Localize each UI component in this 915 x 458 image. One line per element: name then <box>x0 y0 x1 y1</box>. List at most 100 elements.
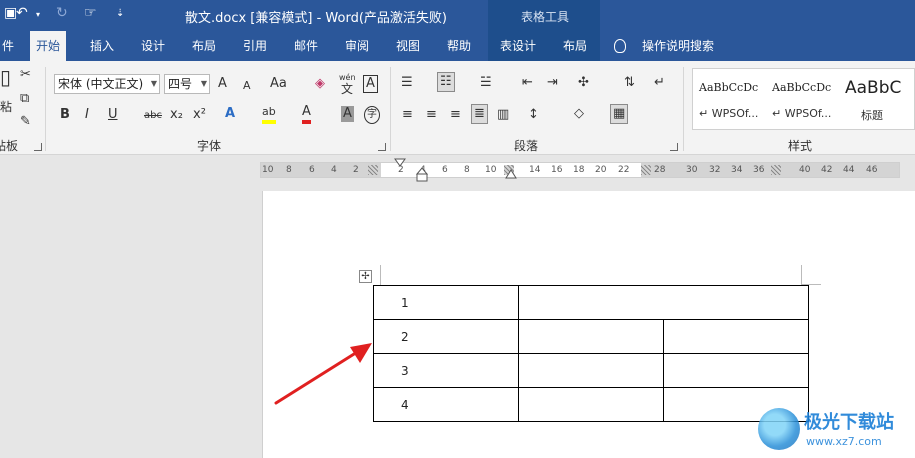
font-size-value: 四号 <box>168 77 193 91</box>
character-shading-icon[interactable]: A <box>341 106 354 122</box>
tab-insert[interactable]: 插入 <box>84 31 120 61</box>
table-cell[interactable]: 2 <box>373 319 519 354</box>
justify-icon[interactable]: ≣ <box>471 104 488 124</box>
table-row: 3 <box>373 353 809 388</box>
style-name: 标题 <box>861 109 883 122</box>
tab-design[interactable]: 设计 <box>135 31 171 61</box>
line-spacing-icon[interactable]: ↕ <box>528 107 539 123</box>
style-normal[interactable]: AaBbCcDc ↵ WPSOf... <box>693 69 765 129</box>
ruler-margin-left <box>261 163 381 177</box>
touch-mode-icon[interactable]: ☞ <box>84 5 97 21</box>
ruler-number: 28 <box>654 165 666 175</box>
tab-table-layout[interactable]: 布局 <box>557 31 593 61</box>
paste-icon[interactable]: ▯ <box>0 67 11 87</box>
superscript-button[interactable]: x² <box>193 107 206 123</box>
strikethrough-button[interactable]: abc <box>144 108 162 124</box>
font-launcher-icon[interactable] <box>378 143 386 151</box>
align-center-icon[interactable]: ≡ <box>426 107 437 123</box>
redo-icon[interactable]: ↻ <box>56 5 68 21</box>
tab-view[interactable]: 视图 <box>390 31 426 61</box>
ruler-indent-markers[interactable] <box>394 158 524 186</box>
chevron-down-icon: ▼ <box>150 79 157 88</box>
tab-mailings[interactable]: 邮件 <box>288 31 324 61</box>
clipboard-launcher-icon[interactable] <box>34 143 42 151</box>
subscript-button[interactable]: x₂ <box>170 107 183 123</box>
table-cell[interactable]: 4 <box>373 387 519 422</box>
horizontal-ruler[interactable]: 10 8 6 4 2 2 4 6 8 10 14 16 18 20 22 28 … <box>260 162 900 178</box>
tab-file[interactable]: 件 <box>0 31 20 61</box>
cut-icon[interactable]: ✂ <box>20 67 31 83</box>
bullets-icon[interactable]: ☰ <box>401 75 413 91</box>
chinese-layout-icon[interactable]: ✣ <box>578 75 589 91</box>
font-color-icon[interactable]: A <box>302 104 311 124</box>
ruler-number: 40 <box>799 165 811 175</box>
shading-icon[interactable]: ◇ <box>574 106 584 122</box>
borders-icon[interactable]: ▦ <box>610 104 629 124</box>
highlight-icon[interactable]: ab <box>262 104 276 124</box>
text-effects-icon[interactable]: A <box>225 106 235 122</box>
undo-dropdown-icon[interactable]: ▾ <box>36 10 40 19</box>
tell-me-search[interactable]: 操作说明搜索 <box>636 31 720 61</box>
table-row: 4 <box>373 387 809 422</box>
change-case-icon[interactable]: Aa <box>270 76 287 92</box>
tab-home[interactable]: 开始 <box>30 31 67 61</box>
bold-button[interactable]: B <box>60 107 70 123</box>
italic-button[interactable]: I <box>85 107 89 123</box>
table-move-handle-icon[interactable]: ✢ <box>359 270 372 283</box>
phonetic-guide-icon[interactable]: 文 <box>341 81 353 97</box>
table-cell[interactable] <box>663 353 809 388</box>
ruler-number: 32 <box>709 165 721 175</box>
document-table[interactable]: 1 2 3 4 <box>373 285 809 422</box>
align-right-icon[interactable]: ≡ <box>450 107 461 123</box>
customize-toolbar-icon[interactable]: ⇣ <box>116 8 124 19</box>
tab-layout[interactable]: 布局 <box>186 31 222 61</box>
font-size-combo[interactable]: 四号 ▼ <box>164 74 210 94</box>
paragraph-launcher-icon[interactable] <box>670 143 678 151</box>
paste-label[interactable]: 粘 <box>0 99 12 115</box>
distributed-icon[interactable]: ▥ <box>497 107 509 123</box>
clear-format-icon[interactable]: ◈ <box>315 76 325 92</box>
ruler-number: 18 <box>573 165 585 175</box>
tab-review[interactable]: 审阅 <box>339 31 375 61</box>
ruler-column-marker[interactable] <box>368 165 378 175</box>
table-cell[interactable] <box>663 319 809 354</box>
ruler-column-marker[interactable] <box>771 165 781 175</box>
style-wps[interactable]: AaBbCcDc ↵ WPSOf... <box>766 69 838 129</box>
show-marks-icon[interactable]: ↵ <box>654 75 665 91</box>
paragraph-group-label: 段落 <box>514 139 539 153</box>
ruler-number: 34 <box>731 165 743 175</box>
tab-references[interactable]: 引用 <box>237 31 273 61</box>
ruler-number: 8 <box>286 165 292 175</box>
undo-icon[interactable]: ↶ <box>16 5 28 21</box>
separator <box>683 67 684 151</box>
table-cell[interactable]: 1 <box>373 285 519 320</box>
shrink-font-icon[interactable]: A <box>243 78 251 94</box>
tab-table-design[interactable]: 表设计 <box>494 31 542 61</box>
ruler-column-marker[interactable] <box>641 165 651 175</box>
increase-indent-icon[interactable]: ⇥ <box>547 75 558 91</box>
table-cell[interactable]: 3 <box>373 353 519 388</box>
styles-group-label: 样式 <box>788 139 813 153</box>
numbering-icon[interactable]: ☷ <box>437 72 455 92</box>
tab-help[interactable]: 帮助 <box>441 31 477 61</box>
underline-button[interactable]: U <box>108 107 118 123</box>
copy-icon[interactable]: ⧉ <box>20 91 29 107</box>
format-painter-icon[interactable]: ✎ <box>20 114 31 130</box>
table-row: 1 <box>373 285 809 320</box>
grow-font-icon[interactable]: A <box>218 76 227 92</box>
table-cell[interactable] <box>518 387 664 422</box>
font-name-combo[interactable]: 宋体 (中文正文) ▼ <box>54 74 160 94</box>
table-cell[interactable] <box>518 319 664 354</box>
decrease-indent-icon[interactable]: ⇤ <box>522 75 533 91</box>
multilevel-list-icon[interactable]: ☱ <box>480 75 492 91</box>
align-left-icon[interactable]: ≡ <box>402 107 413 123</box>
table-cell[interactable] <box>518 353 664 388</box>
enclose-character-icon[interactable]: 字 <box>364 106 380 124</box>
style-name: ↵ WPSOf... <box>772 107 832 120</box>
style-heading[interactable]: AaBbC 标题 <box>839 69 915 129</box>
separator <box>390 67 391 151</box>
ruler-number: 42 <box>821 165 833 175</box>
character-border-icon[interactable]: A <box>363 75 378 93</box>
table-cell-merged[interactable] <box>518 285 809 320</box>
sort-icon[interactable]: ⇅ <box>624 75 635 91</box>
